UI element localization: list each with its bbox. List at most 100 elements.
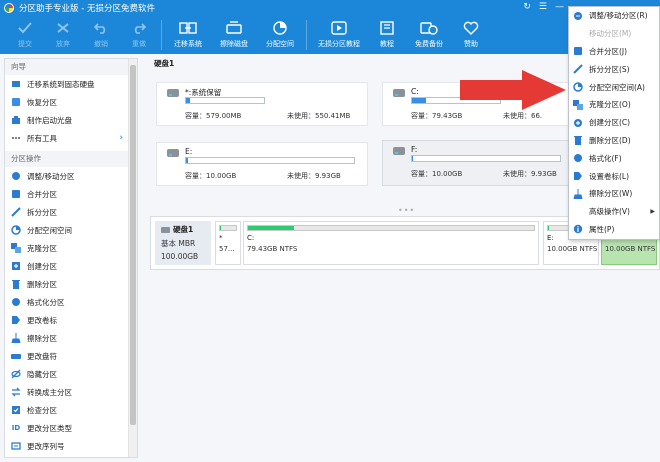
check-partition-icon (11, 405, 21, 415)
menu-item-wipe[interactable]: 擦除分区(W) (569, 185, 659, 203)
menu-item-allocate-free[interactable]: 分配空闲空间(A) (569, 78, 659, 96)
sidebar-item-create[interactable]: 创建分区 (5, 257, 137, 275)
free-backup-button[interactable]: 免费备份 (406, 16, 452, 54)
hide-icon (11, 369, 21, 379)
format-icon (573, 153, 583, 163)
label-icon (11, 315, 21, 325)
partition-card-e[interactable]: E: 容量：10.00GB 未使用：9.93GB (156, 142, 368, 186)
split-icon (573, 64, 583, 74)
guide-button[interactable]: 教程 (368, 16, 406, 54)
partition-context-menu: 调整/移动分区(R) 移动分区(M) 合并分区(J) 拆分分区(S) 分配空闲空… (568, 6, 660, 240)
menu-icon[interactable]: ☰ (539, 2, 547, 12)
menu-item-split[interactable]: 拆分分区(S) (569, 60, 659, 78)
usage-fill (412, 156, 414, 161)
drive-icon (393, 147, 405, 155)
disk-map-segment-c[interactable]: C: 79.43GB NTFS (243, 221, 539, 265)
submenu-arrow-icon: ▶ (650, 208, 655, 216)
toolbar: 提交 放弃 撤销 重做 迁移系统 擦除磁盘 分配空间 无损分区教程 教程 免费备… (0, 16, 660, 54)
apply-button[interactable]: 提交 (6, 16, 44, 54)
info-icon (573, 224, 583, 234)
menu-item-move[interactable]: 移动分区(M) (569, 25, 659, 43)
sidebar-item-allocate-free[interactable]: 分配空闲空间 (5, 221, 137, 239)
disk-map-label[interactable]: 硬盘1 基本 MBR 100.00GB (155, 221, 211, 265)
menu-item-create[interactable]: 创建分区(C) (569, 114, 659, 132)
sidebar-scrollbar[interactable] (128, 59, 137, 457)
splitter-handle[interactable]: ••• (398, 206, 415, 215)
disk-map-segment-system-reserved[interactable]: * 57... (215, 221, 241, 265)
scrollbar-thumb[interactable] (130, 65, 136, 425)
menu-item-resize-move[interactable]: 调整/移动分区(R) (569, 7, 659, 25)
partition-card-f[interactable]: F: 容量：10.00GB 未使用：9.93GB (382, 140, 572, 186)
menu-item-format[interactable]: 格式化(F) (569, 149, 659, 167)
sidebar-item-resize[interactable]: 调整/移动分区 (5, 167, 137, 185)
menu-item-properties[interactable]: 属性(P) (569, 221, 659, 239)
sidebar-item-format[interactable]: 格式化分区 (5, 293, 137, 311)
usage-fill (186, 98, 190, 103)
sidebar-item-boot-disc[interactable]: 制作启动光盘 (5, 111, 137, 129)
sidebar-item-all-tools[interactable]: 所有工具 › (5, 129, 137, 147)
menu-item-advanced[interactable]: 高级操作(V) ▶ (569, 203, 659, 221)
menu-item-set-label[interactable]: 设置卷标(L) (569, 167, 659, 185)
sidebar-item-delete[interactable]: 删除分区 (5, 275, 137, 293)
toolbar-separator (306, 20, 307, 50)
sidebar-item-convert-primary[interactable]: 转换成主分区 (5, 383, 137, 401)
boot-disc-icon (11, 115, 21, 125)
redo-button[interactable]: 重做 (120, 16, 158, 54)
clone-icon (573, 99, 583, 110)
sidebar-item-change-label[interactable]: 更改卷标 (5, 311, 137, 329)
tutorial-play-icon (331, 20, 347, 36)
menu-item-clone[interactable]: 克隆分区(O) (569, 96, 659, 114)
create-icon (573, 118, 583, 128)
sidebar: 向导 迁移系统到固态硬盘 恢复分区 制作启动光盘 所有工具 › 分区操作 调整/… (4, 58, 138, 458)
sidebar-item-merge[interactable]: 合并分区 (5, 185, 137, 203)
sidebar-item-check[interactable]: 检查分区 (5, 401, 137, 419)
allocate-space-icon (272, 20, 288, 36)
tutorial-button[interactable]: 无损分区教程 (310, 16, 368, 54)
disk-title: 硬盘1 (154, 59, 175, 68)
sidebar-item-drive-letter[interactable]: 更改盘符 (5, 347, 137, 365)
segment-usage-bar (247, 225, 535, 231)
migrate-os-button[interactable]: 迁移系统 (165, 16, 211, 54)
id-icon: ID (11, 424, 21, 432)
wipe-disk-button[interactable]: 擦除磁盘 (211, 16, 257, 54)
migrate-os-icon (179, 20, 197, 36)
usage-fill (186, 158, 188, 163)
allocate-space-button[interactable]: 分配空间 (257, 16, 303, 54)
discard-button[interactable]: 放弃 (44, 16, 82, 54)
sidebar-section-partition-ops: 分区操作 (5, 151, 137, 167)
wipe-disk-icon (226, 20, 242, 36)
refresh-icon[interactable]: ↻ (523, 2, 531, 12)
sidebar-item-hide[interactable]: 隐藏分区 (5, 365, 137, 383)
wipe-icon (573, 188, 583, 199)
menu-item-delete[interactable]: 删除分区(D) (569, 132, 659, 150)
sidebar-item-change-serial[interactable]: 更改序列号 (5, 437, 137, 455)
undo-button[interactable]: 撤销 (82, 16, 120, 54)
sponsor-button[interactable]: 赞助 (452, 16, 490, 54)
sidebar-section-wizard: 向导 (5, 59, 137, 75)
minimize-icon[interactable]: — (555, 2, 564, 12)
sidebar-item-clone[interactable]: 克隆分区 (5, 239, 137, 257)
discard-icon (55, 20, 71, 36)
advanced-icon (573, 207, 583, 217)
serial-icon (11, 441, 21, 451)
allocate-free-icon (11, 225, 21, 235)
window-controls: ↻ ☰ — (523, 2, 564, 12)
heart-icon (463, 20, 479, 36)
sidebar-item-recover[interactable]: 恢复分区 (5, 93, 137, 111)
label-icon (573, 171, 583, 181)
sidebar-item-change-type[interactable]: ID 更改分区类型 (5, 419, 137, 437)
more-tools-icon (11, 133, 21, 143)
drive-letter-icon (11, 351, 21, 361)
drive-icon (393, 89, 405, 97)
partition-card-system-reserved[interactable]: *:系统保留 容量：579.00MB 未使用：550.41MB (156, 82, 368, 126)
sidebar-item-split[interactable]: 拆分分区 (5, 203, 137, 221)
sidebar-item-wipe[interactable]: 擦除分区 (5, 329, 137, 347)
menu-item-merge[interactable]: 合并分区(J) (569, 43, 659, 61)
delete-icon (11, 279, 21, 289)
migrate-ssd-icon (11, 79, 21, 89)
move-icon (573, 29, 583, 39)
check-icon (17, 20, 33, 36)
merge-icon (573, 46, 583, 56)
usage-bar (185, 97, 265, 104)
sidebar-item-migrate-ssd[interactable]: 迁移系统到固态硬盘 (5, 75, 137, 93)
